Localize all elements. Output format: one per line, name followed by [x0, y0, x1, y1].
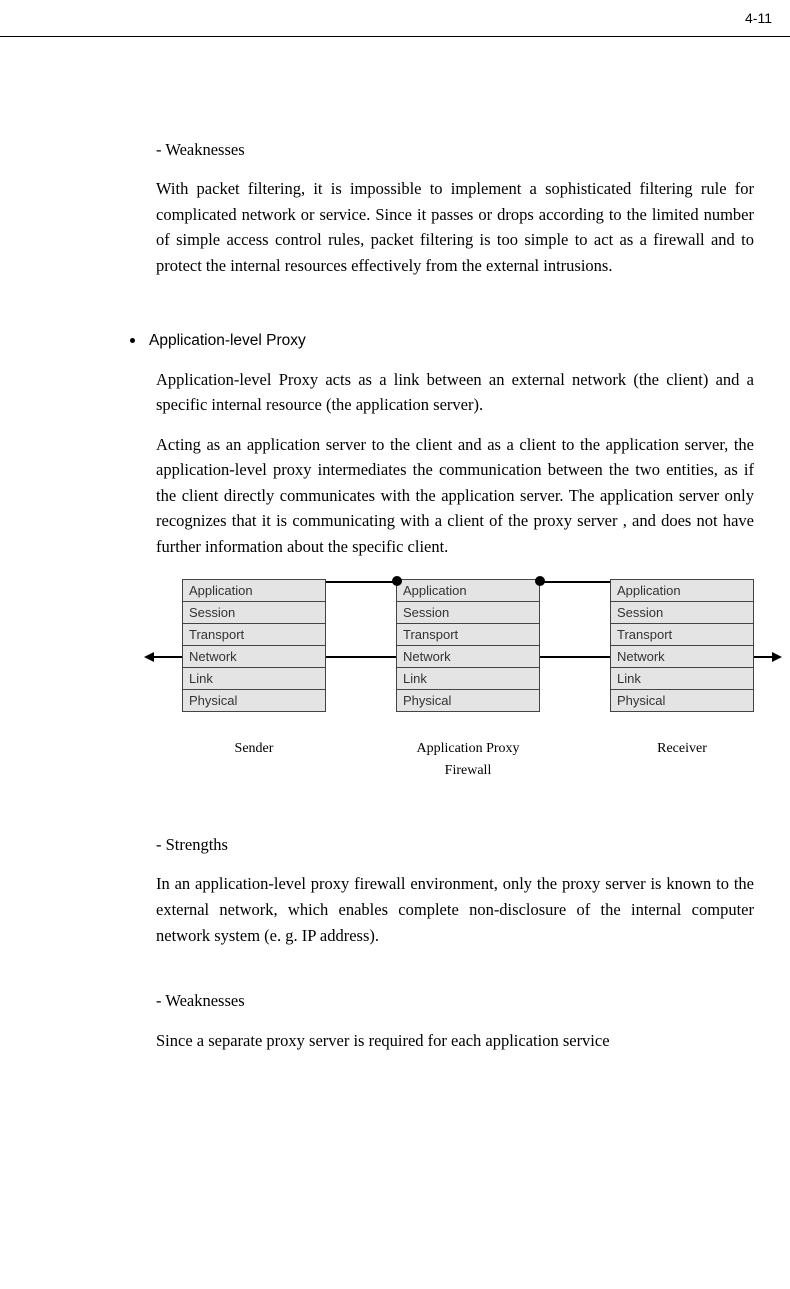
layer-network: Network — [611, 646, 753, 668]
bullet-heading-text: Application-level Proxy — [149, 329, 306, 353]
layer-session: Session — [183, 602, 325, 624]
node-right-icon — [535, 576, 545, 586]
weaknesses-body-2: Since a separate proxy server is require… — [156, 1028, 754, 1054]
diagram-labels: Sender Application Proxy Firewall Receiv… — [182, 738, 754, 781]
connector-line-top-left — [325, 581, 397, 582]
page-header: 4-11 — [0, 0, 790, 37]
label-receiver: Receiver — [610, 738, 754, 781]
stack-sender: Application Session Transport Network Li… — [182, 579, 326, 712]
connector-line-top-right — [540, 581, 612, 582]
weaknesses-body-1: With packet filtering, it is impossible … — [156, 176, 754, 278]
label-middle: Application Proxy Firewall — [396, 738, 540, 781]
strengths-heading: - Strengths — [156, 832, 754, 858]
page-number: 4-11 — [745, 10, 772, 26]
label-sender: Sender — [182, 738, 326, 781]
layer-session: Session — [611, 602, 753, 624]
strengths-body: In an application-level proxy firewall e… — [156, 871, 754, 948]
layer-transport: Transport — [397, 624, 539, 646]
arrow-left-icon — [144, 652, 154, 662]
layer-network: Network — [183, 646, 325, 668]
layer-session: Session — [397, 602, 539, 624]
arrow-right-icon — [772, 652, 782, 662]
layer-application: Application — [611, 580, 753, 602]
layer-link: Link — [183, 668, 325, 690]
layer-application: Application — [397, 580, 539, 602]
layer-link: Link — [611, 668, 753, 690]
layer-network: Network — [397, 646, 539, 668]
bullet-icon — [130, 338, 135, 343]
layer-transport: Transport — [611, 624, 753, 646]
layer-link: Link — [397, 668, 539, 690]
layer-physical: Physical — [611, 690, 753, 711]
proxy-diagram: Application Session Transport Network Li… — [182, 579, 754, 781]
stack-receiver: Application Session Transport Network Li… — [610, 579, 754, 712]
proxy-para-1: Application-level Proxy acts as a link b… — [156, 367, 754, 418]
layer-physical: Physical — [397, 690, 539, 711]
weaknesses-heading-1: - Weaknesses — [156, 137, 754, 163]
weaknesses-heading-2: - Weaknesses — [156, 988, 754, 1014]
layer-physical: Physical — [183, 690, 325, 711]
layer-application: Application — [183, 580, 325, 602]
bullet-heading-row: Application-level Proxy — [130, 329, 754, 353]
stack-proxy: Application Session Transport Network Li… — [396, 579, 540, 712]
stacks-row: Application Session Transport Network Li… — [182, 579, 754, 712]
page-content: - Weaknesses With packet filtering, it i… — [0, 37, 790, 1098]
proxy-para-2: Acting as an application server to the c… — [156, 432, 754, 560]
layer-transport: Transport — [183, 624, 325, 646]
